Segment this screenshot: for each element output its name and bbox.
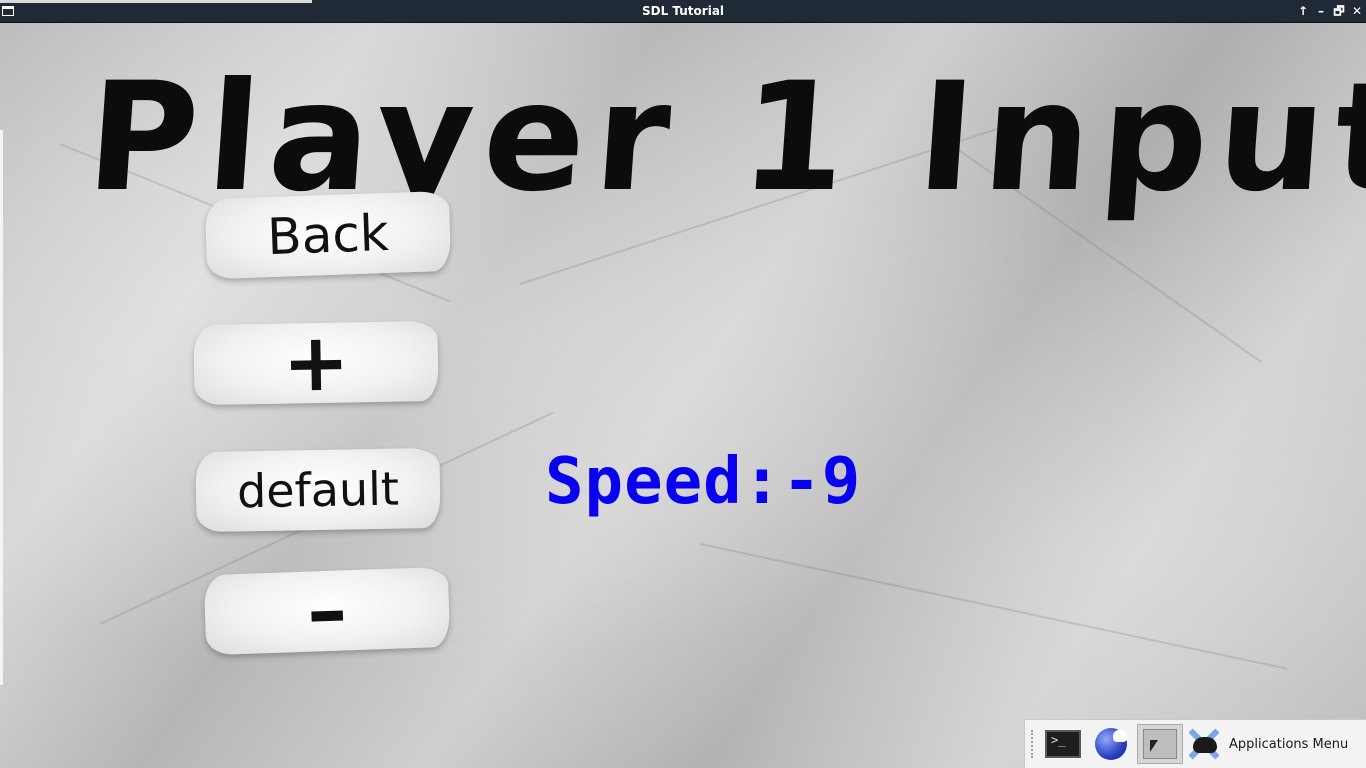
speed-readout: Speed:-9 (545, 445, 862, 519)
close-button[interactable]: ✕ (1349, 3, 1365, 19)
window-thumbnail-icon (1143, 729, 1177, 759)
web-browser-icon (1095, 728, 1127, 760)
game-canvas[interactable]: Player 1 Inputs Back + default – Speed:-… (0, 23, 1366, 768)
taskbar-panel: >_ Applications Menu (1024, 719, 1366, 768)
mouse-cursor-icon (1150, 740, 1158, 752)
titlebar-progress-strip (0, 0, 312, 3)
taskbar-window-button[interactable] (1137, 724, 1183, 764)
default-button-label: default (236, 461, 400, 519)
back-button-label: Back (266, 203, 390, 267)
xfce-mouse-icon (1185, 725, 1223, 763)
window-titlebar[interactable]: SDL Tutorial ↑ – 🗗 ✕ (0, 0, 1366, 23)
terminal-icon: >_ (1045, 730, 1081, 758)
left-edge-strip (0, 130, 3, 685)
increase-button[interactable]: + (193, 315, 439, 410)
minus-icon: – (305, 563, 349, 658)
plus-icon: + (281, 315, 351, 410)
applications-menu-label: Applications Menu (1229, 736, 1349, 752)
web-browser-launcher[interactable] (1091, 724, 1131, 764)
window-title: SDL Tutorial (641, 4, 725, 18)
panel-grip-handle[interactable] (1031, 730, 1037, 758)
default-button[interactable]: default (195, 447, 441, 533)
minimize-button[interactable]: – (1313, 3, 1329, 19)
maximize-button[interactable]: 🗗 (1331, 3, 1347, 19)
paper-crease (699, 543, 1288, 670)
back-button[interactable]: Back (204, 190, 452, 280)
decrease-button[interactable]: – (203, 563, 451, 658)
keep-above-button[interactable]: ↑ (1295, 3, 1311, 19)
terminal-launcher[interactable]: >_ (1043, 724, 1083, 764)
page-title: Player 1 Inputs (81, 51, 1366, 225)
applications-menu-button[interactable]: Applications Menu (1185, 724, 1348, 764)
